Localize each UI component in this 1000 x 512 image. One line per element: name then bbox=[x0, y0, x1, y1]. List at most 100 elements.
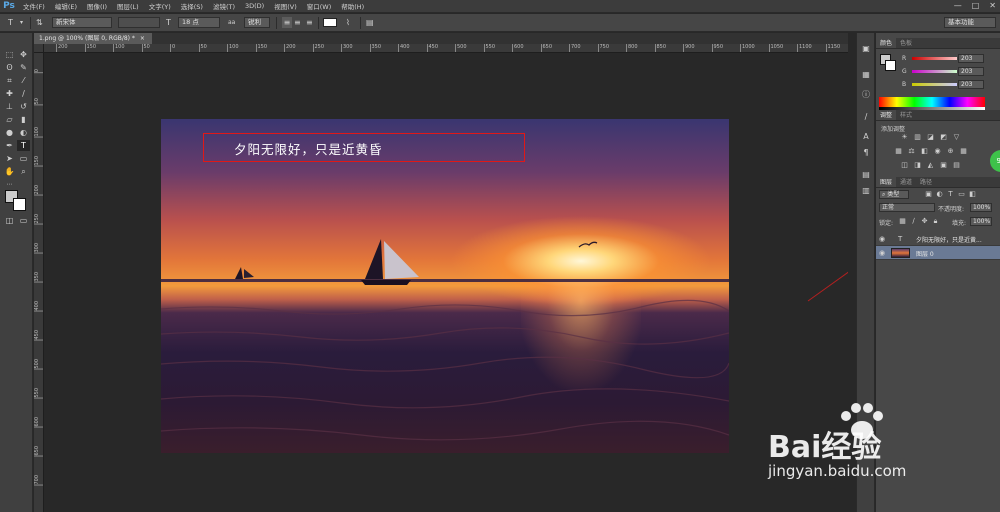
tab-channels[interactable]: 通道 bbox=[896, 177, 916, 187]
layer-row-image[interactable]: ◉ 图层 0 bbox=[876, 246, 1000, 260]
menu-help[interactable]: 帮助(H) bbox=[336, 1, 369, 11]
menu-view[interactable]: 视图(V) bbox=[269, 1, 302, 11]
maximize-button[interactable]: □ bbox=[972, 1, 980, 10]
filter-type-icon[interactable]: T bbox=[946, 190, 955, 199]
align-left-icon[interactable]: ≡ bbox=[282, 17, 292, 28]
align-center-icon[interactable]: ≡ bbox=[294, 17, 301, 28]
font-family-select[interactable]: 新宋体 bbox=[52, 17, 112, 28]
lock-image-icon[interactable]: ∕ bbox=[909, 217, 918, 226]
vertical-ruler[interactable]: 0 50 100 150 200 250 300 350 400 450 500 550 600 650 7… bbox=[34, 53, 44, 512]
gradient-tool-icon[interactable]: ▮ bbox=[17, 114, 30, 125]
menu-layer[interactable]: 图层(L) bbox=[112, 1, 144, 11]
tab-paths[interactable]: 路径 bbox=[916, 177, 936, 187]
type-tool-icon[interactable]: T bbox=[17, 140, 30, 151]
info-panel-icon[interactable]: ⓘ bbox=[860, 89, 872, 100]
menu-file[interactable]: 文件(F) bbox=[18, 1, 50, 11]
levels-icon[interactable]: ▥ bbox=[913, 133, 922, 142]
brightness-icon[interactable]: ☀ bbox=[900, 133, 909, 142]
brush-panel-icon[interactable]: ∕ bbox=[860, 111, 872, 122]
menu-edit[interactable]: 编辑(E) bbox=[50, 1, 82, 11]
layer-filter-select[interactable]: ⌕ 类型 bbox=[879, 190, 909, 199]
history-brush-tool-icon[interactable]: ↺ bbox=[17, 101, 30, 112]
hue-saturation-icon[interactable]: ▦ bbox=[894, 147, 903, 156]
preset-dropdown-icon[interactable]: ▾ bbox=[20, 17, 23, 28]
menu-image[interactable]: 图像(I) bbox=[82, 1, 112, 11]
move-tool-icon[interactable]: ✥ bbox=[17, 49, 30, 60]
channel-mixer-icon[interactable]: ⊕ bbox=[946, 147, 955, 156]
opacity-input[interactable]: 100% bbox=[970, 203, 992, 212]
blue-slider[interactable]: B 203 bbox=[880, 80, 998, 90]
lasso-tool-icon[interactable]: ʘ bbox=[3, 62, 16, 73]
crop-tool-icon[interactable]: ⌗ bbox=[3, 75, 16, 86]
menu-3d[interactable]: 3D(D) bbox=[240, 2, 269, 10]
green-value[interactable]: 203 bbox=[958, 67, 984, 76]
visibility-eye-icon[interactable]: ◉ bbox=[879, 249, 885, 257]
red-track[interactable] bbox=[912, 57, 957, 60]
tab-color[interactable]: 颜色 bbox=[876, 38, 897, 48]
minimize-button[interactable]: — bbox=[954, 1, 962, 10]
canvas-area[interactable]: 夕阳无限好，只是近黄昏 bbox=[45, 53, 848, 512]
path-select-tool-icon[interactable]: ➤ bbox=[3, 153, 16, 164]
hand-tool-icon[interactable]: ✋ bbox=[3, 166, 16, 177]
zoom-tool-icon[interactable]: ⌕ bbox=[17, 166, 30, 177]
document-tab[interactable]: 1.png @ 100% (图层 0, RGB/8) * × bbox=[34, 33, 152, 44]
text-color-swatch[interactable] bbox=[323, 18, 337, 27]
close-tab-icon[interactable]: × bbox=[140, 35, 145, 42]
eraser-tool-icon[interactable]: ▱ bbox=[3, 114, 16, 125]
shape-tool-icon[interactable]: ▭ bbox=[17, 153, 30, 164]
actions-panel-icon[interactable]: ▦ bbox=[860, 69, 872, 80]
pen-tool-icon[interactable]: ✒ bbox=[3, 140, 16, 151]
menu-window[interactable]: 窗口(W) bbox=[302, 1, 337, 11]
quick-select-tool-icon[interactable]: ✎ bbox=[17, 62, 30, 73]
screen-mode-icon[interactable]: ▭ bbox=[17, 215, 30, 226]
filter-adjust-icon[interactable]: ◐ bbox=[935, 190, 944, 199]
red-slider[interactable]: R 203 bbox=[880, 54, 998, 64]
clone-stamp-tool-icon[interactable]: ⊥ bbox=[3, 101, 16, 112]
character-panel-dock-icon[interactable]: A bbox=[860, 131, 872, 142]
threshold-icon[interactable]: ◭ bbox=[926, 161, 935, 170]
marquee-tool-icon[interactable]: ⬚ bbox=[3, 49, 16, 60]
blur-tool-icon[interactable]: ● bbox=[3, 127, 16, 138]
photo-filter-icon[interactable]: ◉ bbox=[933, 147, 942, 156]
tab-styles[interactable]: 样式 bbox=[896, 110, 916, 120]
layer-row-text[interactable]: ◉ T 夕阳无限好，只是近黄... bbox=[876, 232, 1000, 246]
history-panel-icon[interactable]: ▣ bbox=[860, 43, 872, 54]
filter-shape-icon[interactable]: ▭ bbox=[957, 190, 966, 199]
paragraph-panel-icon[interactable]: ¶ bbox=[860, 147, 872, 158]
text-orientation-icon[interactable]: ⇅ bbox=[36, 17, 43, 28]
black-white-icon[interactable]: ◧ bbox=[920, 147, 929, 156]
font-style-select[interactable] bbox=[118, 17, 160, 28]
filter-pixel-icon[interactable]: ▣ bbox=[924, 190, 933, 199]
fill-input[interactable]: 100% bbox=[970, 217, 992, 226]
menu-select[interactable]: 选择(S) bbox=[176, 1, 208, 11]
character-panel-icon[interactable]: ▤ bbox=[366, 17, 374, 28]
gradient-map-icon[interactable]: ▤ bbox=[952, 161, 961, 170]
invert-icon[interactable]: ◫ bbox=[900, 161, 909, 170]
brush-tool-icon[interactable]: ∕ bbox=[17, 88, 30, 99]
type-tool-preset-icon[interactable]: T bbox=[8, 17, 13, 28]
align-right-icon[interactable]: ≡ bbox=[306, 17, 313, 28]
green-slider[interactable]: G 203 bbox=[880, 67, 998, 77]
blend-mode-select[interactable]: 正常 bbox=[879, 203, 935, 212]
tab-swatches[interactable]: 色板 bbox=[896, 38, 916, 48]
visibility-eye-icon[interactable]: ◉ bbox=[879, 235, 885, 243]
lock-position-icon[interactable]: ✥ bbox=[920, 217, 929, 226]
dodge-tool-icon[interactable]: ◐ bbox=[17, 127, 30, 138]
layer-name[interactable]: 图层 0 bbox=[916, 249, 934, 258]
workspace-select[interactable]: 基本功能 bbox=[944, 17, 996, 28]
red-value[interactable]: 203 bbox=[958, 54, 984, 63]
color-lookup-icon[interactable]: ▦ bbox=[959, 147, 968, 156]
menu-type[interactable]: 文字(Y) bbox=[144, 1, 176, 11]
properties-panel-icon[interactable]: ▥ bbox=[860, 185, 872, 196]
close-button[interactable]: ✕ bbox=[989, 1, 996, 10]
layer-name[interactable]: 夕阳无限好，只是近黄... bbox=[916, 235, 982, 244]
quick-mask-icon[interactable]: ◫ bbox=[3, 215, 16, 226]
color-balance-icon[interactable]: ⚖ bbox=[907, 147, 916, 156]
menu-filter[interactable]: 滤镜(T) bbox=[208, 1, 240, 11]
background-color-swatch[interactable] bbox=[13, 198, 26, 211]
curves-icon[interactable]: ◪ bbox=[926, 133, 935, 142]
lock-transparent-icon[interactable]: ▦ bbox=[898, 217, 907, 226]
anti-alias-select[interactable]: 锐利 bbox=[244, 17, 270, 28]
color-spectrum-bar[interactable] bbox=[879, 97, 985, 107]
healing-tool-icon[interactable]: ✚ bbox=[3, 88, 16, 99]
